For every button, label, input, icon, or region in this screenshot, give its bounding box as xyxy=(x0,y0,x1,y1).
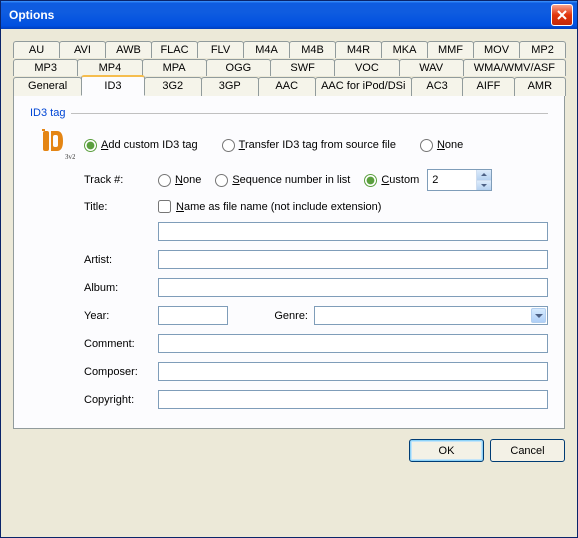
tab-avi[interactable]: AVI xyxy=(59,41,106,58)
tab-3g2[interactable]: 3G2 xyxy=(144,77,202,96)
radio-none[interactable]: None xyxy=(420,139,463,152)
label-copyright: Copyright: xyxy=(84,394,158,406)
tab-mp3[interactable]: MP3 xyxy=(13,59,78,76)
tab-wav[interactable]: WAV xyxy=(399,59,464,76)
radio-transfer[interactable]: Transfer ID3 tag from source file xyxy=(222,139,396,152)
tab-awb[interactable]: AWB xyxy=(105,41,152,58)
tab-mmf[interactable]: MMF xyxy=(427,41,474,58)
label-composer: Composer: xyxy=(84,366,158,378)
tab-voc[interactable]: VOC xyxy=(334,59,399,76)
tab-mov[interactable]: MOV xyxy=(473,41,520,58)
radio-track-custom[interactable]: Custom xyxy=(364,174,419,187)
spin-down[interactable] xyxy=(477,181,491,191)
tab-au[interactable]: AU xyxy=(13,41,60,58)
composer-input[interactable] xyxy=(158,362,548,381)
label-artist: Artist: xyxy=(84,254,158,266)
tab-m4r[interactable]: M4R xyxy=(335,41,382,58)
title-input[interactable] xyxy=(158,222,548,241)
tab-m4b[interactable]: M4B xyxy=(289,41,336,58)
svg-text:3v2: 3v2 xyxy=(65,153,75,161)
cancel-button[interactable]: Cancel xyxy=(490,439,565,462)
tab-3gp[interactable]: 3GP xyxy=(201,77,259,96)
copyright-input[interactable] xyxy=(158,390,548,409)
chevron-down-icon xyxy=(531,308,546,323)
tab-mpa[interactable]: MPA xyxy=(142,59,207,76)
radio-track-none[interactable]: None xyxy=(158,174,201,187)
ok-button[interactable]: OK xyxy=(409,439,484,462)
track-value[interactable] xyxy=(428,170,476,190)
radio-track-seq[interactable]: Sequence number in list xyxy=(215,174,350,187)
radio-add-custom[interactable]: Add custom ID3 tag xyxy=(84,139,198,152)
label-comment: Comment: xyxy=(84,338,158,350)
tab-ogg[interactable]: OGG xyxy=(206,59,271,76)
label-album: Album: xyxy=(84,282,158,294)
track-spinner[interactable] xyxy=(427,169,492,191)
year-input[interactable] xyxy=(158,306,228,325)
artist-input[interactable] xyxy=(158,250,548,269)
close-button[interactable] xyxy=(551,4,573,26)
tab-amr[interactable]: AMR xyxy=(514,77,566,96)
label-genre: Genre: xyxy=(268,310,314,322)
title-bar: Options xyxy=(1,1,577,29)
id3-icon: 3v2 xyxy=(39,127,75,163)
divider xyxy=(71,113,548,114)
tab-strip: AU AVI AWB FLAC FLV M4A M4B M4R MKA MMF … xyxy=(13,39,565,429)
tab-wma[interactable]: WMA/WMV/ASF xyxy=(463,59,566,76)
check-name-as-file[interactable]: Name as file name (not include extension… xyxy=(158,200,381,213)
tab-swf[interactable]: SWF xyxy=(270,59,335,76)
tab-aac-ipod[interactable]: AAC for iPod/DSi xyxy=(315,77,412,96)
comment-input[interactable] xyxy=(158,334,548,353)
tab-flv[interactable]: FLV xyxy=(197,41,244,58)
tab-mp4[interactable]: MP4 xyxy=(77,59,142,76)
window-title: Options xyxy=(5,8,551,22)
tab-panel: ID3 tag 3v2 Add custom ID3 tag Transfer … xyxy=(13,95,565,429)
tab-general[interactable]: General xyxy=(13,77,82,96)
album-input[interactable] xyxy=(158,278,548,297)
label-year: Year: xyxy=(84,310,158,322)
tab-mp2[interactable]: MP2 xyxy=(519,41,566,58)
label-track: Track #: xyxy=(84,174,158,186)
tab-mka[interactable]: MKA xyxy=(381,41,428,58)
tab-aac[interactable]: AAC xyxy=(258,77,316,96)
group-label: ID3 tag xyxy=(30,107,71,119)
tab-flac[interactable]: FLAC xyxy=(151,41,198,58)
tab-ac3[interactable]: AC3 xyxy=(411,77,463,96)
tab-id3[interactable]: ID3 xyxy=(81,75,145,96)
close-icon xyxy=(557,10,567,20)
label-title: Title: xyxy=(84,201,158,213)
tab-aiff[interactable]: AIFF xyxy=(462,77,514,96)
genre-select[interactable] xyxy=(314,306,548,325)
tab-m4a[interactable]: M4A xyxy=(243,41,290,58)
spin-up[interactable] xyxy=(477,170,491,181)
